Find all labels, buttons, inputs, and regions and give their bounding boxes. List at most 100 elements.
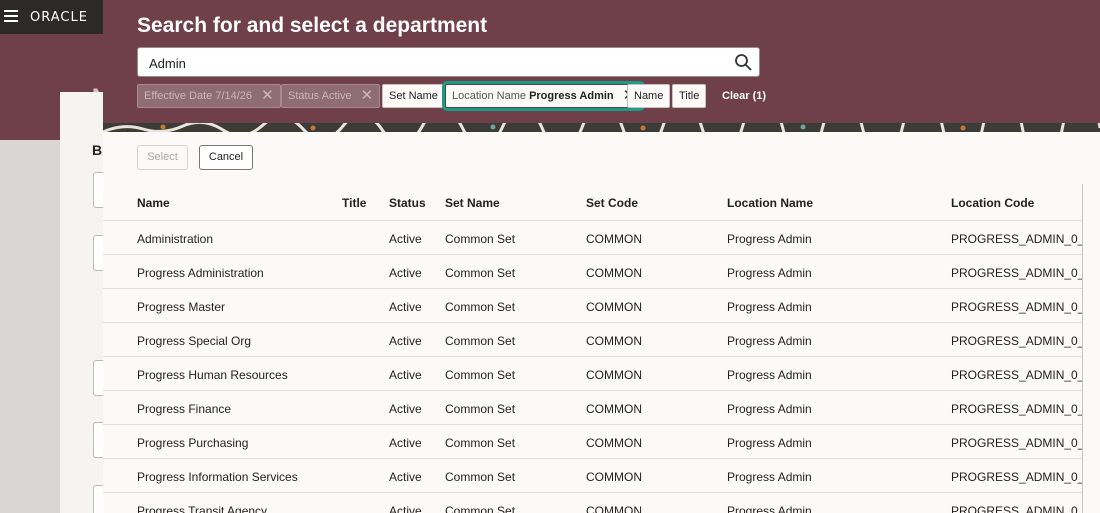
cell-set-name: Common Set xyxy=(445,266,516,280)
cell-location-code: PROGRESS_ADMIN_0_245 xyxy=(951,504,1082,513)
chip-value: Active xyxy=(321,90,352,102)
cell-set-name: Common Set xyxy=(445,436,516,450)
cell-set-name: Common Set xyxy=(445,368,516,382)
column-header-set-code[interactable]: Set Code xyxy=(586,196,638,210)
drawer-header: Search for and select a department Admin… xyxy=(103,0,1100,123)
cell-status: Active xyxy=(389,266,422,280)
cell-location-name: Progress Admin xyxy=(727,504,812,513)
cell-status: Active xyxy=(389,402,422,416)
cell-name: Progress Purchasing xyxy=(137,436,249,450)
cell-status: Active xyxy=(389,334,422,348)
chip-value: Progress Admin xyxy=(529,90,614,102)
table-row[interactable]: Progress Finance Active Common Set COMMO… xyxy=(103,390,1082,424)
cell-name: Progress Finance xyxy=(137,402,232,416)
cell-set-name: Common Set xyxy=(445,300,516,314)
table-row[interactable]: Progress Purchasing Active Common Set CO… xyxy=(103,424,1082,458)
table-row[interactable]: Progress Transit Agency Active Common Se… xyxy=(103,492,1082,513)
cell-location-name: Progress Admin xyxy=(727,470,812,484)
cell-location-name: Progress Admin xyxy=(727,436,812,450)
search-input[interactable]: Admin xyxy=(137,47,760,77)
cell-set-code: COMMON xyxy=(586,334,642,348)
cell-location-name: Progress Admin xyxy=(727,232,812,246)
cell-location-code: PROGRESS_ADMIN_0_245 xyxy=(951,266,1082,280)
cell-status: Active xyxy=(389,470,422,484)
cell-status: Active xyxy=(389,504,422,513)
chip-label: Effective Date xyxy=(144,90,213,102)
app-topbar: ORACLE xyxy=(0,0,110,34)
cell-set-code: COMMON xyxy=(586,232,642,246)
table-row[interactable]: Progress Special Org Active Common Set C… xyxy=(103,322,1082,356)
cell-location-code: PROGRESS_ADMIN_0_245 xyxy=(951,470,1082,484)
filter-chip-status[interactable]: Status Active ✕ xyxy=(281,84,381,108)
table-row[interactable]: Progress Human Resources Active Common S… xyxy=(103,356,1082,390)
cell-location-name: Progress Admin xyxy=(727,266,812,280)
cell-set-name: Common Set xyxy=(445,232,516,246)
cell-set-code: COMMON xyxy=(586,504,642,513)
chip-label: Location Name xyxy=(452,90,526,102)
cell-set-code: COMMON xyxy=(586,436,642,450)
select-button[interactable]: Select xyxy=(137,145,188,170)
cell-location-code: PROGRESS_ADMIN_0_245 xyxy=(951,300,1082,314)
cell-set-code: COMMON xyxy=(586,402,642,416)
cell-location-name: Progress Admin xyxy=(727,300,812,314)
cell-location-code: PROGRESS_ADMIN_0_245 xyxy=(951,334,1082,348)
cell-name: Progress Information Services xyxy=(137,470,298,484)
cell-location-code: PROGRESS_ADMIN_0_245 xyxy=(951,402,1082,416)
column-header-title[interactable]: Title xyxy=(342,196,366,210)
decorative-pattern xyxy=(103,123,1100,132)
search-icon[interactable] xyxy=(734,53,752,71)
cell-name: Administration xyxy=(137,232,214,246)
column-header-status[interactable]: Status xyxy=(389,196,426,210)
cell-set-code: COMMON xyxy=(586,470,642,484)
app-section-heading: B xyxy=(92,142,103,158)
dialog-title: Search for and select a department xyxy=(137,14,488,37)
cell-location-code: PROGRESS_ADMIN_0_245 xyxy=(951,368,1082,382)
column-header-name[interactable]: Name xyxy=(137,196,170,210)
cell-name: Progress Master xyxy=(137,300,226,314)
cell-set-code: COMMON xyxy=(586,368,642,382)
cell-status: Active xyxy=(389,368,422,382)
filter-chip-effective-date[interactable]: Effective Date 7/14/26 ✕ xyxy=(137,84,281,108)
cell-set-code: COMMON xyxy=(586,300,642,314)
cell-set-name: Common Set xyxy=(445,402,516,416)
table-row[interactable]: Progress Administration Active Common Se… xyxy=(103,254,1082,288)
cell-name: Progress Human Resources xyxy=(137,368,288,382)
chip-label: Status xyxy=(288,90,320,102)
chip-label: Title xyxy=(679,90,700,102)
cell-name: Progress Transit Agency xyxy=(137,504,268,513)
column-header-location-name[interactable]: Location Name xyxy=(727,196,813,210)
chip-value: 7/14/26 xyxy=(215,90,253,102)
close-icon[interactable]: ✕ xyxy=(361,85,374,106)
filter-chip-title[interactable]: Title xyxy=(672,84,707,108)
cancel-button[interactable]: Cancel xyxy=(199,145,253,170)
cell-status: Active xyxy=(389,232,422,246)
oracle-logo: ORACLE xyxy=(30,10,88,25)
department-search-drawer: Search for and select a department Admin… xyxy=(103,0,1100,513)
close-icon[interactable]: ✕ xyxy=(261,85,274,106)
table-row[interactable]: Administration Active Common Set COMMON … xyxy=(103,220,1082,254)
table-scroll-edge xyxy=(1082,184,1083,513)
filter-chip-set-name[interactable]: Set Name xyxy=(382,84,445,108)
cell-status: Active xyxy=(389,300,422,314)
table-row[interactable]: Progress Master Active Common Set COMMON… xyxy=(103,288,1082,322)
chip-label: Name xyxy=(634,90,664,102)
cell-status: Active xyxy=(389,436,422,450)
cell-location-name: Progress Admin xyxy=(727,368,812,382)
cell-set-name: Common Set xyxy=(445,470,516,484)
cell-set-name: Common Set xyxy=(445,504,516,513)
search-input-value[interactable]: Admin xyxy=(149,56,186,71)
cell-location-name: Progress Admin xyxy=(727,334,812,348)
menu-icon[interactable] xyxy=(4,10,18,22)
cell-set-name: Common Set xyxy=(445,334,516,348)
column-header-location-code[interactable]: Location Code xyxy=(951,196,1034,210)
cell-location-name: Progress Admin xyxy=(727,402,812,416)
clear-filters-link[interactable]: Clear (1) xyxy=(722,90,766,102)
cell-location-code: PROGRESS_ADMIN_0_245 xyxy=(951,232,1082,246)
table-row[interactable]: Progress Information Services Active Com… xyxy=(103,458,1082,492)
chip-label: Set Name xyxy=(389,90,438,102)
results-table: Name Title Status Set Name Set Code Loca… xyxy=(103,184,1082,513)
filter-chip-location-name[interactable]: Location Name Progress Admin ✕ xyxy=(441,81,646,111)
filter-chip-name[interactable]: Name xyxy=(627,84,671,108)
column-header-set-name[interactable]: Set Name xyxy=(445,196,500,210)
cell-name: Progress Administration xyxy=(137,266,264,280)
